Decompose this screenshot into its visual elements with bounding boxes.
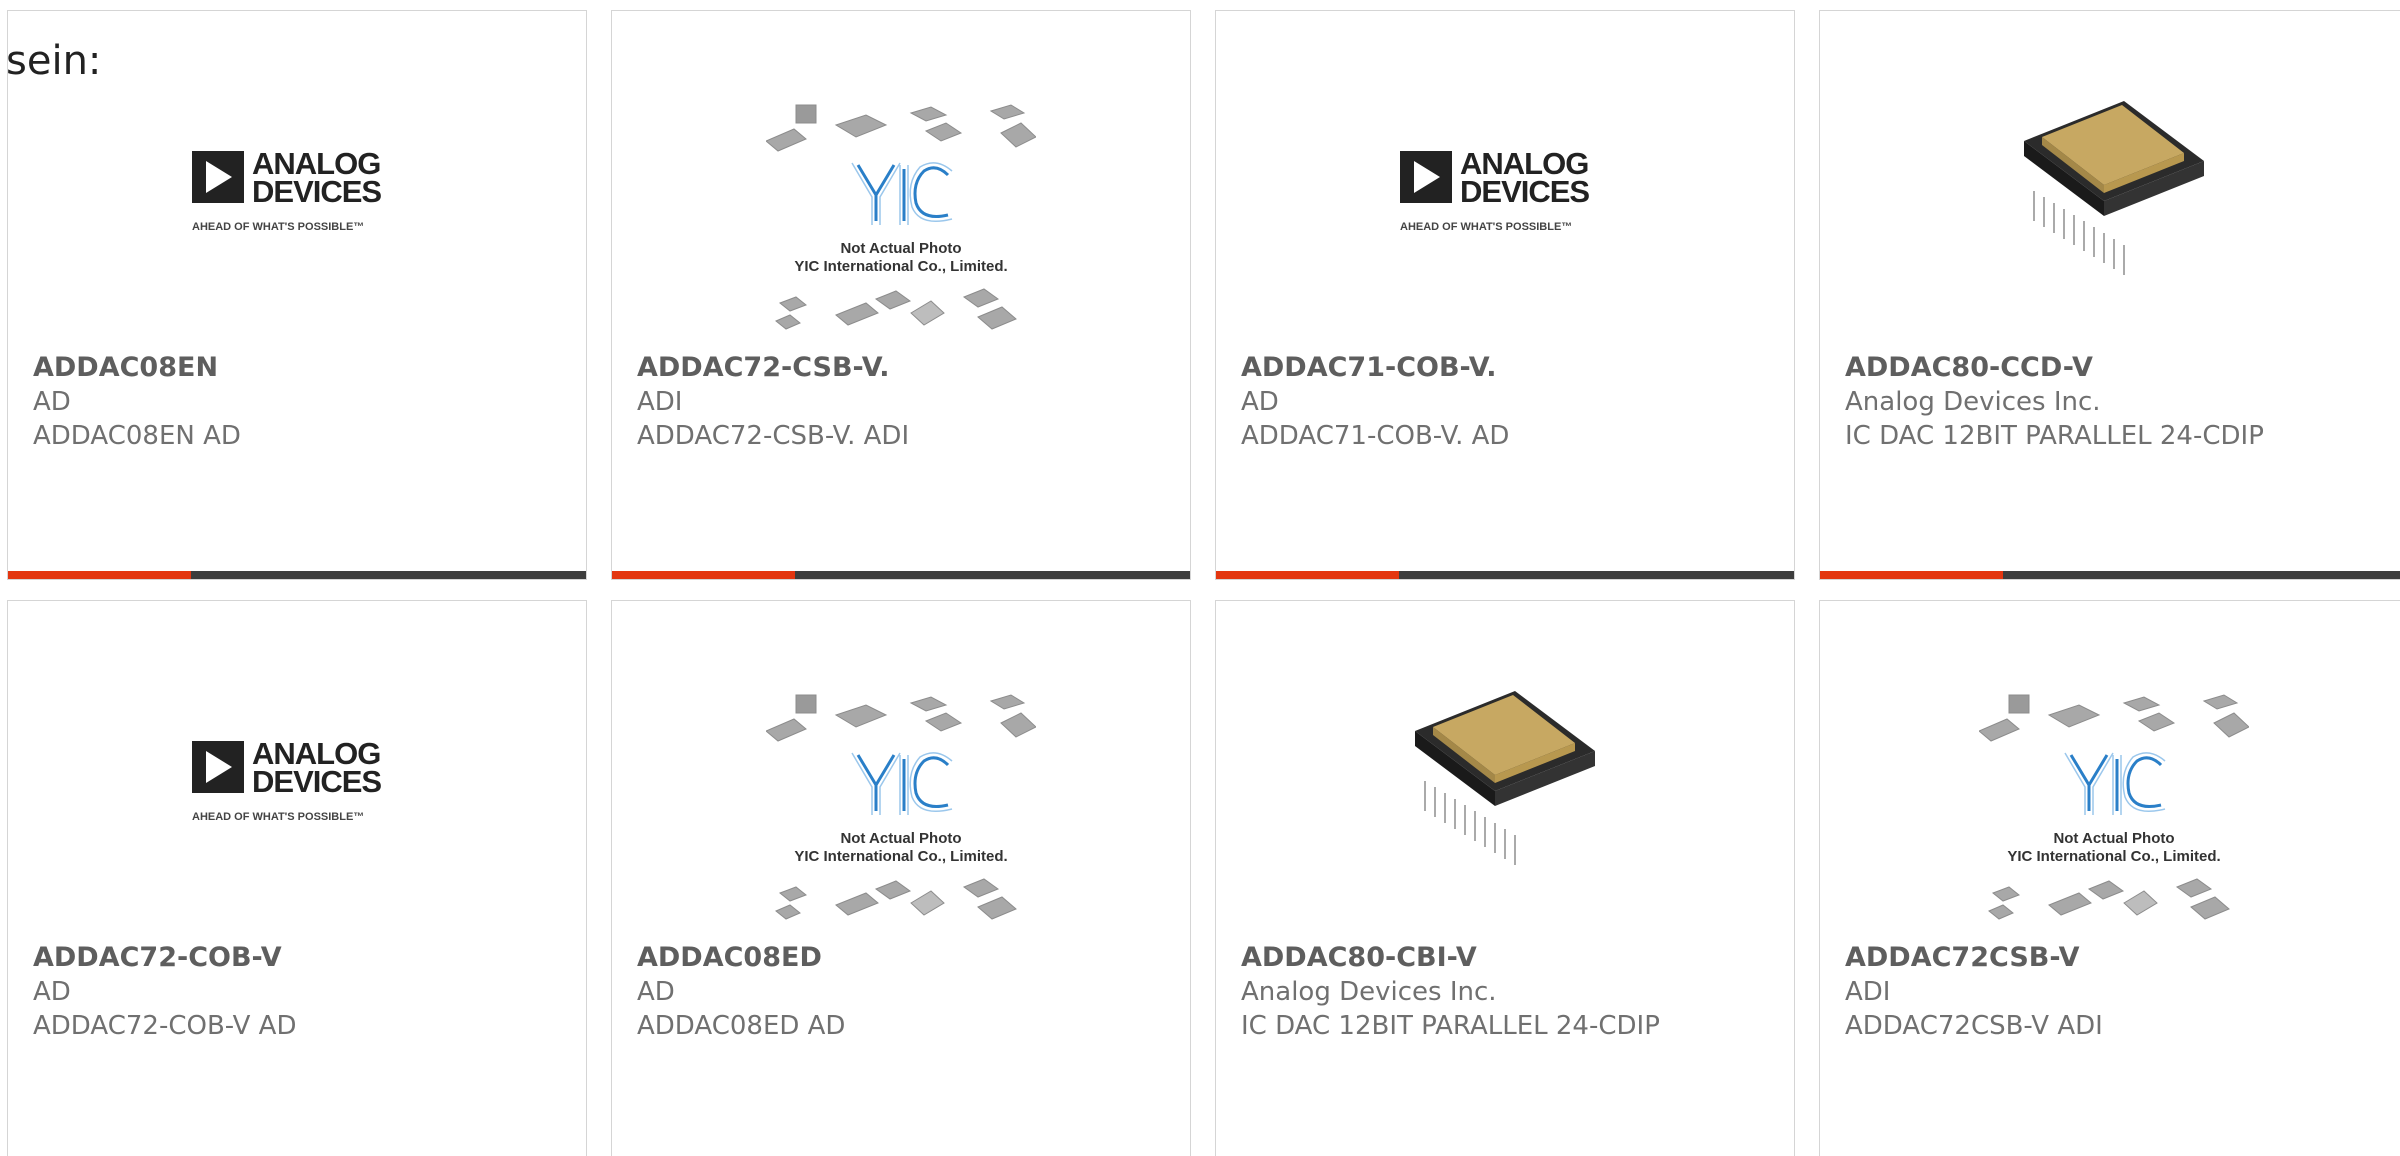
product-card[interactable]: Not Actual Photo YIC International Co., … bbox=[611, 10, 1191, 580]
manufacturer: AD bbox=[637, 977, 675, 1007]
product-image[interactable]: Not Actual Photo YIC International Co., … bbox=[612, 81, 1190, 341]
product-grid-page: sein: ANALOG DEVICES AHEAD OF WHAT'S POS… bbox=[0, 0, 2400, 1156]
part-number-link[interactable]: ADDAC71-COB-V. bbox=[1241, 351, 1774, 385]
manufacturer: AD bbox=[33, 977, 71, 1007]
description: ADDAC08EN AD bbox=[33, 421, 241, 451]
ic-packages-icon: Not Actual Photo YIC International Co., … bbox=[766, 104, 1036, 330]
placeholder-caption-1: Not Actual Photo bbox=[840, 830, 961, 847]
product-image[interactable]: ANALOG DEVICES AHEAD OF WHAT'S POSSIBLE™ bbox=[8, 671, 586, 931]
logo-triangle-icon bbox=[192, 151, 244, 203]
manufacturer: AD bbox=[1241, 387, 1279, 417]
description: IC DAC 12BIT PARALLEL 24-CDIP bbox=[1845, 421, 2264, 451]
logo-tagline: AHEAD OF WHAT'S POSSIBLE™ bbox=[192, 221, 365, 233]
description: ADDAC08ED AD bbox=[637, 1011, 846, 1041]
ic-packages-icon: Not Actual Photo YIC International Co., … bbox=[766, 694, 1036, 920]
product-image[interactable] bbox=[1216, 671, 1794, 931]
description: ADDAC71-COB-V. AD bbox=[1241, 421, 1510, 451]
part-number-link[interactable]: ADDAC80-CCD-V bbox=[1845, 351, 2388, 385]
logo-word-devices: DEVICES bbox=[1460, 174, 1590, 209]
placeholder-caption-1: Not Actual Photo bbox=[2053, 830, 2174, 847]
placeholder-image: Not Actual Photo YIC International Co., … bbox=[766, 693, 1036, 933]
description: ADDAC72CSB-V ADI bbox=[1845, 1011, 2103, 1041]
product-card[interactable]: ANALOG DEVICES AHEAD OF WHAT'S POSSIBLE™… bbox=[7, 10, 587, 580]
description: IC DAC 12BIT PARALLEL 24-CDIP bbox=[1241, 1011, 1660, 1041]
analog-devices-logo: ANALOG DEVICES AHEAD OF WHAT'S POSSIBLE™ bbox=[1400, 148, 1610, 241]
product-image[interactable]: ANALOG DEVICES AHEAD OF WHAT'S POSSIBLE™ bbox=[1216, 81, 1794, 341]
placeholder-caption-1: Not Actual Photo bbox=[840, 240, 961, 257]
card-bottom-bar bbox=[1216, 571, 1794, 579]
analog-devices-logo: ANALOG DEVICES AHEAD OF WHAT'S POSSIBLE™ bbox=[192, 738, 402, 831]
placeholder-caption-2: YIC International Co., Limited. bbox=[794, 258, 1007, 275]
product-card[interactable]: ADDAC80-CCD-V Analog Devices Inc. IC DAC… bbox=[1819, 10, 2400, 580]
dip-chip-photo bbox=[2014, 81, 2214, 291]
manufacturer: ADI bbox=[637, 387, 683, 417]
product-card[interactable]: ANALOG DEVICES AHEAD OF WHAT'S POSSIBLE™… bbox=[7, 600, 587, 1156]
intro-text: sein: bbox=[6, 38, 102, 84]
logo-tagline: AHEAD OF WHAT'S POSSIBLE™ bbox=[1400, 221, 1573, 233]
card-bottom-bar bbox=[1820, 571, 2400, 579]
dip-chip-icon bbox=[1415, 691, 1595, 865]
product-card[interactable]: Not Actual Photo YIC International Co., … bbox=[1819, 600, 2400, 1156]
manufacturer: ADI bbox=[1845, 977, 1891, 1007]
part-number-link[interactable]: ADDAC72-CSB-V. bbox=[637, 351, 1170, 385]
analog-devices-logo: ANALOG DEVICES AHEAD OF WHAT'S POSSIBLE™ bbox=[192, 148, 402, 241]
product-image[interactable]: Not Actual Photo YIC International Co., … bbox=[1820, 671, 2400, 931]
logo-tagline: AHEAD OF WHAT'S POSSIBLE™ bbox=[192, 811, 365, 823]
placeholder-caption-2: YIC International Co., Limited. bbox=[794, 848, 1007, 865]
product-card[interactable]: ANALOG DEVICES AHEAD OF WHAT'S POSSIBLE™… bbox=[1215, 10, 1795, 580]
dip-chip-icon bbox=[2024, 101, 2204, 275]
part-number-link[interactable]: ADDAC80-CBI-V bbox=[1241, 941, 1774, 975]
logo-triangle-icon bbox=[192, 741, 244, 793]
dip-chip-photo bbox=[1405, 671, 1605, 881]
placeholder-image: Not Actual Photo YIC International Co., … bbox=[1979, 693, 2249, 933]
manufacturer: Analog Devices Inc. bbox=[1241, 977, 1497, 1007]
product-card[interactable]: ADDAC80-CBI-V Analog Devices Inc. IC DAC… bbox=[1215, 600, 1795, 1156]
description: ADDAC72-COB-V AD bbox=[33, 1011, 297, 1041]
part-number-link[interactable]: ADDAC08ED bbox=[637, 941, 1170, 975]
ic-packages-icon: Not Actual Photo YIC International Co., … bbox=[1979, 694, 2249, 920]
part-number-link[interactable]: ADDAC72CSB-V bbox=[1845, 941, 2388, 975]
description: ADDAC72-CSB-V. ADI bbox=[637, 421, 910, 451]
product-card[interactable]: Not Actual Photo YIC International Co., … bbox=[611, 600, 1191, 1156]
logo-triangle-icon bbox=[1400, 151, 1452, 203]
product-image[interactable]: Not Actual Photo YIC International Co., … bbox=[612, 671, 1190, 931]
logo-word-devices: DEVICES bbox=[252, 174, 382, 209]
placeholder-caption-2: YIC International Co., Limited. bbox=[2007, 848, 2220, 865]
logo-word-devices: DEVICES bbox=[252, 764, 382, 799]
part-number-link[interactable]: ADDAC08EN bbox=[33, 351, 566, 385]
card-bottom-bar bbox=[612, 571, 1190, 579]
manufacturer: AD bbox=[33, 387, 71, 417]
part-number-link[interactable]: ADDAC72-COB-V bbox=[33, 941, 566, 975]
product-image[interactable] bbox=[1820, 81, 2400, 341]
product-image[interactable]: ANALOG DEVICES AHEAD OF WHAT'S POSSIBLE™ bbox=[8, 81, 586, 341]
manufacturer: Analog Devices Inc. bbox=[1845, 387, 2101, 417]
card-bottom-bar bbox=[8, 571, 586, 579]
placeholder-image: Not Actual Photo YIC International Co., … bbox=[766, 103, 1036, 343]
